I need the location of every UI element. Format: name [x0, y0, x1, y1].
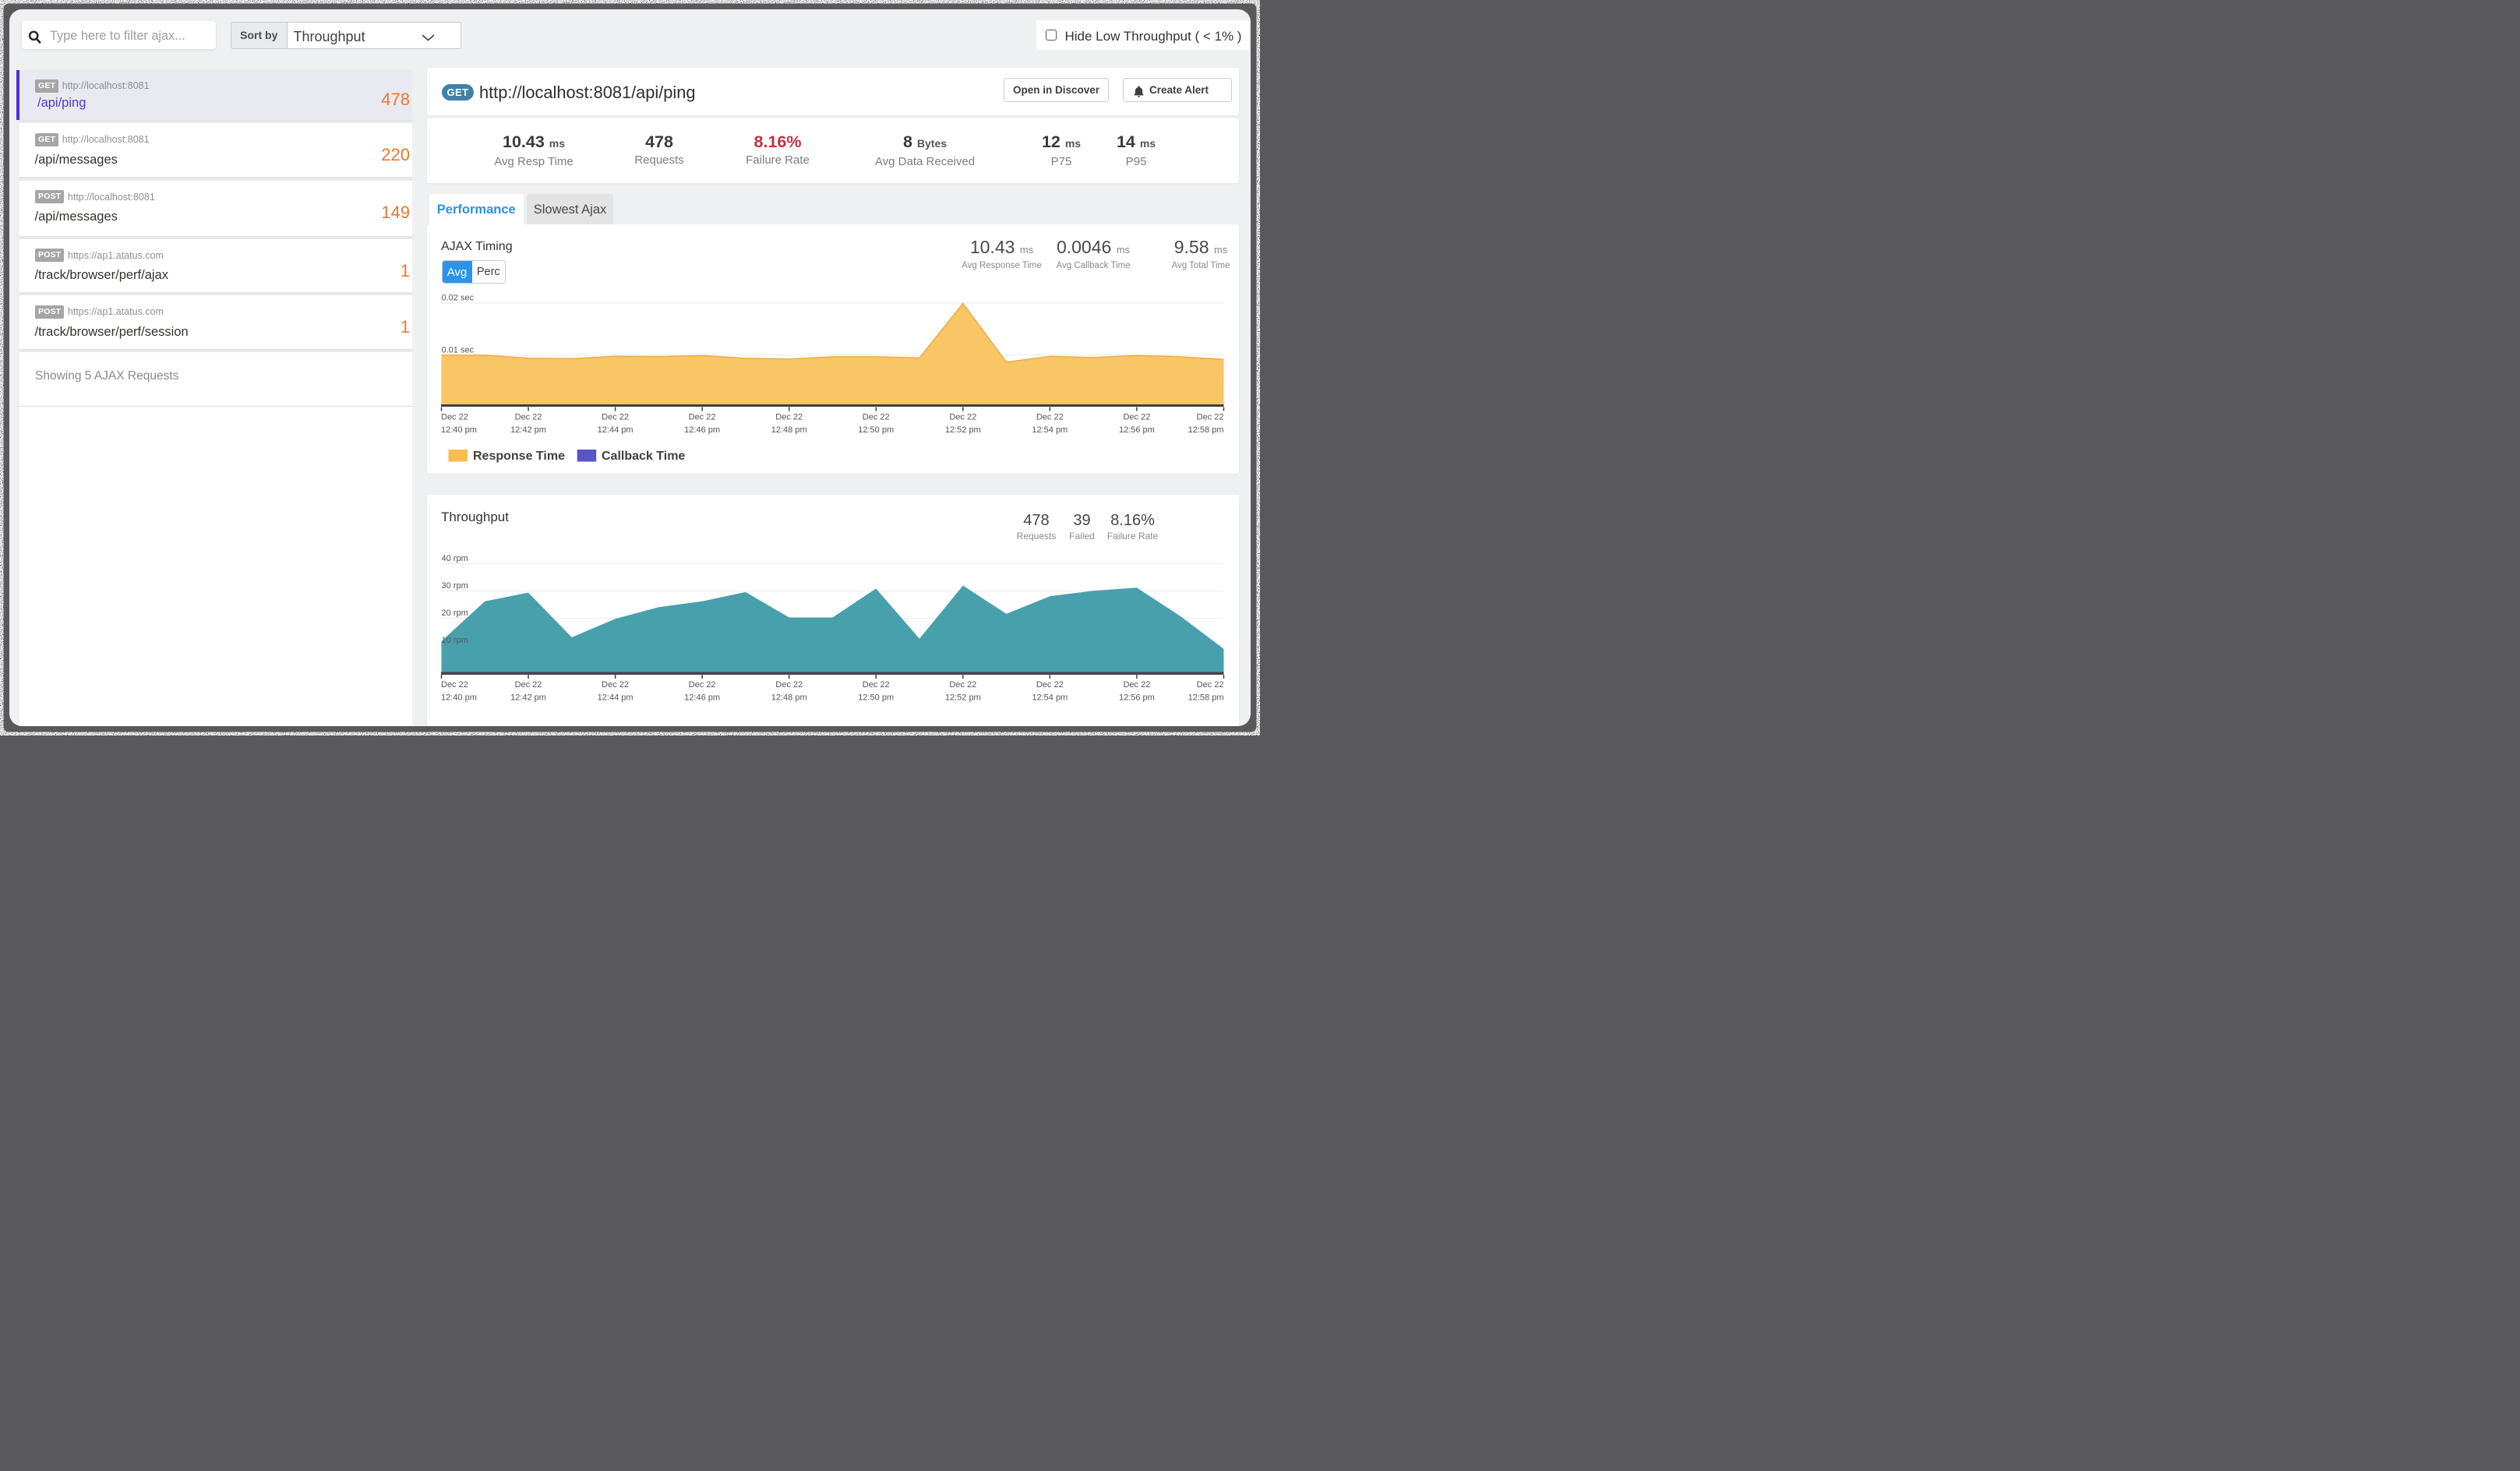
svg-text:12:54 pm: 12:54 pm — [1032, 693, 1068, 703]
svg-text:12:42 pm: 12:42 pm — [510, 693, 546, 703]
svg-text:0.02 sec: 0.02 sec — [442, 294, 475, 303]
svg-text:12:52 pm: 12:52 pm — [945, 693, 981, 703]
svg-text:12:48 pm: 12:48 pm — [771, 425, 807, 435]
svg-text:12:50 pm: 12:50 pm — [858, 425, 894, 435]
svg-text:Callback Time: Callback Time — [602, 450, 685, 463]
svg-text:Dec 22: Dec 22 — [775, 680, 803, 690]
svg-text:Dec 22: Dec 22 — [863, 680, 890, 690]
svg-text:12:40 pm: 12:40 pm — [441, 425, 477, 435]
svg-text:12:58 pm: 12:58 pm — [1188, 693, 1224, 703]
svg-text:Dec 22: Dec 22 — [863, 413, 890, 422]
svg-text:Dec 22: Dec 22 — [689, 680, 716, 690]
svg-text:12:58 pm: 12:58 pm — [1188, 425, 1224, 435]
svg-text:Dec 22: Dec 22 — [1036, 680, 1064, 690]
svg-text:12:48 pm: 12:48 pm — [771, 693, 807, 703]
svg-text:Dec 22: Dec 22 — [441, 413, 468, 422]
svg-text:12:56 pm: 12:56 pm — [1119, 693, 1155, 703]
svg-text:12:46 pm: 12:46 pm — [684, 693, 720, 703]
svg-text:20 rpm: 20 rpm — [442, 609, 468, 618]
svg-text:0.01 sec: 0.01 sec — [442, 345, 475, 355]
svg-text:Dec 22: Dec 22 — [602, 680, 629, 690]
svg-text:Dec 22: Dec 22 — [1197, 413, 1224, 422]
svg-text:Dec 22: Dec 22 — [602, 413, 629, 422]
svg-text:Dec 22: Dec 22 — [1123, 680, 1150, 690]
svg-text:30 rpm: 30 rpm — [442, 581, 468, 591]
svg-text:Dec 22: Dec 22 — [1036, 413, 1064, 422]
svg-text:Dec 22: Dec 22 — [515, 413, 542, 422]
svg-text:12:50 pm: 12:50 pm — [858, 693, 894, 703]
svg-text:Dec 22: Dec 22 — [441, 680, 468, 690]
svg-text:Dec 22: Dec 22 — [949, 680, 976, 690]
svg-text:12:54 pm: 12:54 pm — [1032, 425, 1068, 435]
svg-text:Dec 22: Dec 22 — [1123, 413, 1150, 422]
svg-text:Dec 22: Dec 22 — [1197, 680, 1224, 690]
svg-text:10 rpm: 10 rpm — [442, 636, 468, 645]
svg-text:40 rpm: 40 rpm — [442, 554, 468, 563]
svg-text:Dec 22: Dec 22 — [775, 413, 803, 422]
svg-text:Dec 22: Dec 22 — [515, 680, 542, 690]
svg-text:12:44 pm: 12:44 pm — [598, 425, 634, 435]
svg-text:Response Time: Response Time — [473, 450, 565, 463]
svg-text:12:52 pm: 12:52 pm — [945, 425, 981, 435]
svg-text:12:46 pm: 12:46 pm — [684, 425, 720, 435]
svg-text:12:44 pm: 12:44 pm — [598, 693, 634, 703]
svg-text:Dec 22: Dec 22 — [689, 413, 716, 422]
svg-text:12:42 pm: 12:42 pm — [510, 425, 546, 435]
svg-text:Dec 22: Dec 22 — [949, 413, 976, 422]
svg-text:12:40 pm: 12:40 pm — [441, 693, 477, 703]
svg-text:12:56 pm: 12:56 pm — [1119, 425, 1155, 435]
